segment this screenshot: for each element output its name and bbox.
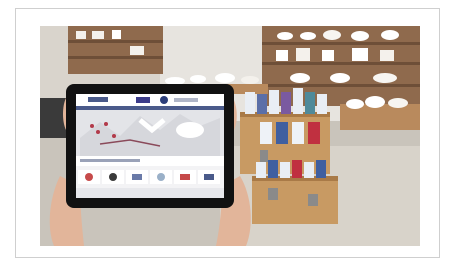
crate-bottom — [252, 160, 338, 224]
back-shelf-left — [68, 26, 163, 74]
tablet — [66, 84, 234, 208]
left-counter — [40, 98, 66, 138]
site-logo — [88, 97, 108, 102]
store-photo — [40, 26, 420, 246]
